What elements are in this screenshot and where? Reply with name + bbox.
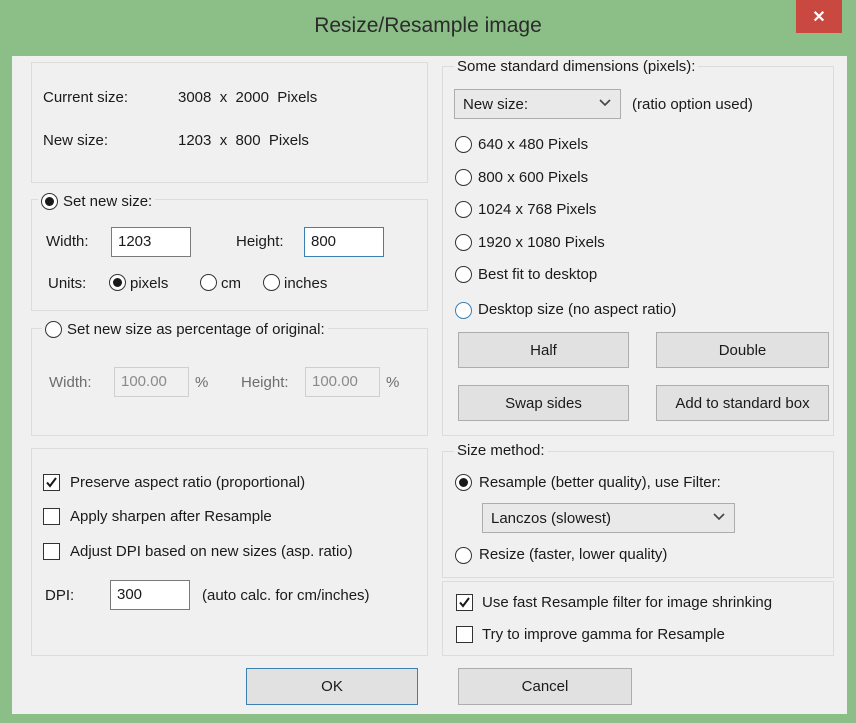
adjust-dpi-checkbox[interactable] (43, 543, 60, 560)
sharpen-checkbox[interactable] (43, 508, 60, 525)
fast-filter-group (442, 581, 834, 656)
unit-cm-label[interactable]: cm (221, 275, 241, 292)
std-1920-label[interactable]: 1920 x 1080 Pixels (478, 234, 605, 251)
height-label: Height: (236, 233, 284, 250)
filter-dropdown[interactable]: Lanczos (slowest) (482, 503, 735, 533)
size-info-group (31, 62, 428, 183)
dpi-label: DPI: (45, 587, 75, 604)
preserve-aspect-checkbox[interactable] (43, 474, 60, 491)
desktop-size-label[interactable]: Desktop size (no aspect ratio) (478, 301, 676, 318)
percent-legend[interactable]: Set new size as percentage of original: (42, 318, 328, 340)
chevron-down-icon (599, 99, 611, 107)
percent-height-unit: % (386, 374, 400, 391)
percent-radio[interactable] (45, 320, 62, 338)
filter-dropdown-value: Lanczos (slowest) (491, 509, 612, 527)
half-button[interactable]: Half (458, 332, 629, 368)
percent-label: Set new size as percentage of original: (67, 320, 325, 338)
cancel-button[interactable]: Cancel (458, 668, 632, 705)
std-1920-radio[interactable] (455, 234, 472, 251)
resample-radio[interactable] (455, 474, 472, 491)
standard-dims-group (442, 66, 834, 436)
set-size-radio[interactable] (41, 192, 58, 210)
chevron-down-icon (713, 513, 725, 521)
double-button[interactable]: Double (656, 332, 829, 368)
checkmark-icon (459, 597, 470, 608)
resample-label[interactable]: Resample (better quality), use Filter: (479, 474, 721, 491)
title-bar[interactable]: Resize/Resample image ✕ (0, 0, 856, 58)
unit-inches-radio[interactable] (263, 274, 280, 291)
best-fit-radio[interactable] (455, 266, 472, 283)
height-input[interactable]: 800 (304, 227, 384, 257)
gamma-label[interactable]: Try to improve gamma for Resample (482, 626, 725, 643)
std-640-label[interactable]: 640 x 480 Pixels (478, 136, 588, 153)
resize-radio[interactable] (455, 547, 472, 564)
dialog-window: Resize/Resample image ✕ Current size: 30… (0, 0, 856, 723)
add-standard-box-button[interactable]: Add to standard box (656, 385, 829, 421)
close-icon: ✕ (812, 8, 826, 26)
ok-button[interactable]: OK (246, 668, 418, 705)
new-size-value: 1203 x 800 Pixels (178, 132, 309, 149)
dpi-input[interactable]: 300 (110, 580, 190, 610)
new-size-label: New size: (43, 132, 109, 149)
dpi-note: (auto calc. for cm/inches) (202, 587, 370, 604)
std-800-radio[interactable] (455, 169, 472, 186)
fast-filter-checkbox[interactable] (456, 594, 473, 611)
current-size-label: Current size: (43, 89, 129, 106)
standard-dims-legend: Some standard dimensions (pixels): (454, 58, 699, 75)
units-label: Units: (48, 275, 87, 292)
set-size-legend[interactable]: Set new size: (38, 190, 156, 212)
percent-width-unit: % (195, 374, 209, 391)
unit-cm-radio[interactable] (200, 274, 217, 291)
swap-sides-button[interactable]: Swap sides (458, 385, 629, 421)
ratio-note: (ratio option used) (632, 96, 753, 113)
set-size-label: Set new size: (63, 192, 153, 210)
fast-filter-label[interactable]: Use fast Resample filter for image shrin… (482, 594, 772, 611)
width-label: Width: (46, 233, 89, 250)
width-input[interactable]: 1203 (111, 227, 191, 257)
std-1024-radio[interactable] (455, 201, 472, 218)
resize-label[interactable]: Resize (faster, lower quality) (479, 546, 667, 563)
size-method-legend: Size method: (454, 442, 548, 459)
percent-height-input[interactable]: 100.00 (305, 367, 380, 397)
std-1024-label[interactable]: 1024 x 768 Pixels (478, 201, 596, 218)
checkmark-icon (46, 477, 57, 488)
std-800-label[interactable]: 800 x 600 Pixels (478, 169, 588, 186)
sharpen-label[interactable]: Apply sharpen after Resample (70, 508, 272, 525)
percent-height-label: Height: (241, 374, 289, 391)
adjust-dpi-label[interactable]: Adjust DPI based on new sizes (asp. rati… (70, 543, 353, 560)
unit-pixels-radio[interactable] (109, 274, 126, 291)
std-640-radio[interactable] (455, 136, 472, 153)
close-button[interactable]: ✕ (796, 0, 842, 33)
desktop-size-radio[interactable] (455, 302, 472, 319)
percent-width-input[interactable]: 100.00 (114, 367, 189, 397)
dialog-client: Current size: 3008 x 2000 Pixels New siz… (12, 56, 847, 714)
best-fit-label[interactable]: Best fit to desktop (478, 266, 597, 283)
new-size-dropdown-value: New size: (463, 95, 529, 113)
preserve-aspect-label[interactable]: Preserve aspect ratio (proportional) (70, 474, 305, 491)
current-size-value: 3008 x 2000 Pixels (178, 89, 318, 106)
unit-pixels-label[interactable]: pixels (130, 275, 168, 292)
unit-inches-label[interactable]: inches (284, 275, 327, 292)
window-title: Resize/Resample image (314, 14, 542, 37)
percent-width-label: Width: (49, 374, 92, 391)
new-size-dropdown[interactable]: New size: (454, 89, 621, 119)
gamma-checkbox[interactable] (456, 626, 473, 643)
